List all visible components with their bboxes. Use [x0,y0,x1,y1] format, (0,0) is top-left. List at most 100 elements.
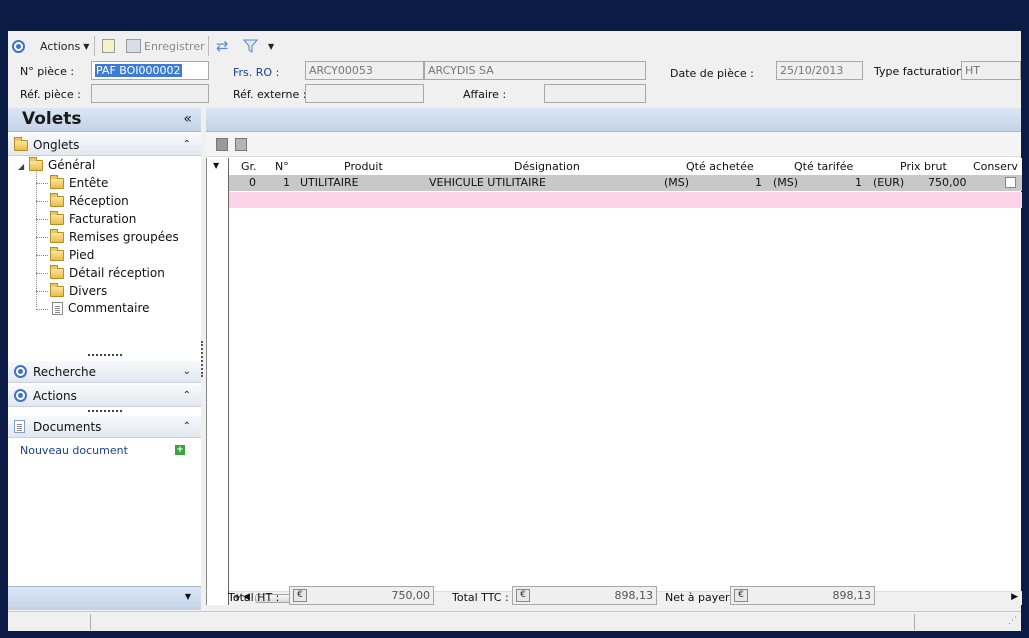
folder-icon [50,282,64,297]
tree-expander-icon[interactable]: ◢ [18,162,24,171]
total-ht-field[interactable]: € 750,00 [289,586,434,605]
col-header-qte-tarifee[interactable]: Qté tarifée [794,160,853,173]
tree-item-reception[interactable]: Réception [50,192,129,208]
cell-num: 1 [283,176,290,189]
collapse-icon[interactable]: ⌃ [183,421,191,432]
col-header-gr[interactable]: Gr. [241,160,257,173]
net-a-payer-field[interactable]: € 898,13 [730,586,875,605]
net-a-payer-label: Net à payer : [665,591,737,604]
actions-radio-icon [14,389,27,402]
tree-item-label: Détail réception [69,266,165,280]
row-selector-column: ▼ [207,158,229,605]
col-header-prix-brut[interactable]: Prix brut [900,160,947,173]
folder-icon [50,246,64,261]
cell-devise: (EUR) [873,176,905,189]
ref-piece-field[interactable] [91,84,209,103]
col-header-conserv[interactable]: Conserv [973,160,1018,173]
cell-conserv-checkbox[interactable] [1005,177,1016,188]
tree-item-label: Facturation [69,212,137,226]
volets-header: Volets « [8,108,201,132]
cell-prix-brut: 750,00 [928,176,967,189]
expand-icon[interactable]: ⌄ [183,366,191,377]
scroll-right-icon[interactable]: ▶ [1011,592,1018,602]
chevron-down-icon: ▼ [268,41,275,51]
left-panel-footer: ▼ [8,586,201,610]
save-button[interactable]: Enregistrer [126,37,205,55]
tree-item-label: Commentaire [68,301,150,315]
save-icon [126,39,141,53]
grid-toolbar [206,132,1021,157]
nouveau-document-link[interactable]: Nouveau document [20,444,128,457]
frs-code-field[interactable]: ARCY00053 [305,61,424,80]
col-header-num[interactable]: N° [275,160,289,173]
table-row[interactable]: 0 1 UTILITAIRE VEHICULE UTILITAIRE (MS) … [229,175,1022,191]
num-piece-value: PAF BOI000002 [95,64,182,77]
folder-icon [50,174,64,189]
filter-button[interactable] [243,37,258,55]
tree-item-entete[interactable]: Entête [50,174,109,190]
documents-section-header[interactable]: Documents ⌃ [8,416,201,438]
col-header-produit[interactable]: Produit [344,160,383,173]
tree-item-facturation[interactable]: Facturation [50,210,137,226]
tree-item-general[interactable]: Général [29,156,96,172]
save-label: Enregistrer [144,39,205,53]
folder-icon [29,156,43,171]
collapse-icon[interactable]: ⌃ [183,139,191,150]
euro-icon: € [293,589,307,602]
grid-action-icon[interactable] [216,138,228,151]
onglets-section-header[interactable]: Onglets ⌃ [8,134,201,156]
tree-item-label: Divers [69,284,108,298]
add-icon[interactable]: + [175,445,185,455]
tree-item-label: Entête [69,176,109,190]
affaire-field[interactable] [544,84,646,103]
splitter-grip[interactable] [88,410,122,412]
actions-menu-button[interactable]: Actions ▼ [12,37,89,55]
tree-item-label: Général [48,158,96,172]
splitter-grip[interactable] [88,354,122,356]
folder-icon [50,192,64,207]
num-piece-field[interactable]: PAF BOI000002 [91,61,209,80]
cell-qte-tarifee: 1 [855,176,862,189]
euro-icon: € [516,589,530,602]
volets-title: Volets [22,109,82,129]
ref-externe-field[interactable] [305,84,424,103]
total-ht-label: Total HT : [228,591,280,604]
collapse-panel-icon[interactable]: « [183,111,192,127]
tree-item-detail-reception[interactable]: Détail réception [50,264,165,280]
date-piece-field[interactable]: 25/10/2013 [776,61,863,80]
vertical-splitter[interactable] [201,341,204,377]
chevron-down-icon[interactable]: ▼ [213,161,219,170]
type-facturation-field[interactable]: HT [961,61,1021,80]
num-piece-label: N° pièce : [20,65,75,78]
folder-icon [50,264,64,279]
affaire-label: Affaire : [463,88,507,101]
resize-grip-icon[interactable]: ⋰ [1008,616,1017,626]
left-panel: Volets « Onglets ⌃ ◢ Général Entête Réce… [8,108,201,605]
net-a-payer-value: 898,13 [832,589,872,602]
ref-externe-label: Réf. externe : [233,88,307,101]
actions-section-header[interactable]: Actions ⌃ [8,385,201,407]
tree-item-divers[interactable]: Divers [50,282,108,298]
tree-item-pied[interactable]: Pied [50,246,94,262]
toolbar-more-button[interactable]: ▼ [268,37,274,55]
total-ttc-field[interactable]: € 898,13 [512,586,657,605]
cell-produit: UTILITAIRE [300,176,359,189]
grid-edit-icon[interactable] [235,138,247,151]
collapse-icon[interactable]: ⌃ [183,390,191,401]
euro-icon: € [734,589,748,602]
frs-name-field[interactable]: ARCYDIS SA [424,61,646,80]
chevron-down-icon[interactable]: ▼ [185,592,191,601]
tree-item-commentaire[interactable]: Commentaire [52,301,150,315]
tree-item-label: Réception [69,194,129,208]
refresh-button[interactable]: ⇄ [216,37,229,55]
recherche-section-header[interactable]: Recherche ⌄ [8,361,201,383]
new-row[interactable] [229,192,1022,208]
col-header-designation[interactable]: Désignation [514,160,580,173]
date-piece-label: Date de pièce : [670,67,754,80]
frs-link[interactable]: Frs. RO : [233,66,279,79]
status-bar: ⋰ [8,611,1021,631]
col-header-qte-achetee[interactable]: Qté achetée [686,160,754,173]
tree-item-remises-groupees[interactable]: Remises groupées [50,228,179,244]
new-document-button[interactable] [102,37,115,55]
main-content: ▼ Gr. N° Produit Désignation Qté achetée… [206,108,1022,605]
